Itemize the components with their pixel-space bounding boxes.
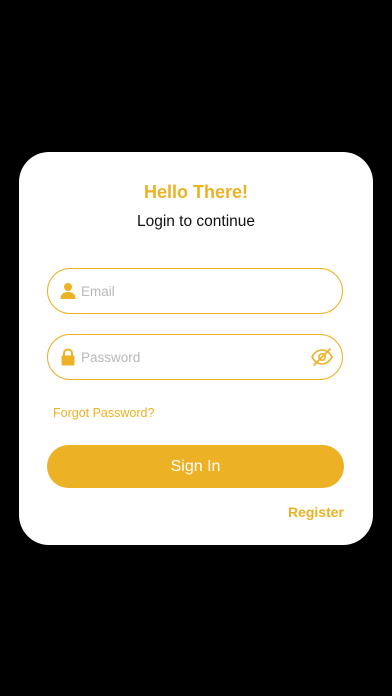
register-link[interactable]: Register: [288, 504, 344, 520]
password-field[interactable]: [47, 334, 343, 380]
login-card: Hello There! Login to continue Forgot Pa…: [19, 152, 373, 545]
email-field[interactable]: [47, 268, 343, 314]
forgot-password-link[interactable]: Forgot Password?: [53, 406, 154, 420]
app-screen: Hello There! Login to continue Forgot Pa…: [0, 0, 392, 696]
greeting-title: Hello There!: [143, 182, 249, 202]
login-subtitle: Login to continue: [136, 213, 256, 230]
eye-hidden-icon[interactable]: [310, 347, 334, 367]
lock-icon: [61, 348, 75, 366]
sign-in-button[interactable]: Sign In: [47, 445, 344, 488]
user-icon: [60, 283, 76, 299]
email-input[interactable]: [81, 269, 301, 313]
password-input[interactable]: [81, 335, 301, 379]
